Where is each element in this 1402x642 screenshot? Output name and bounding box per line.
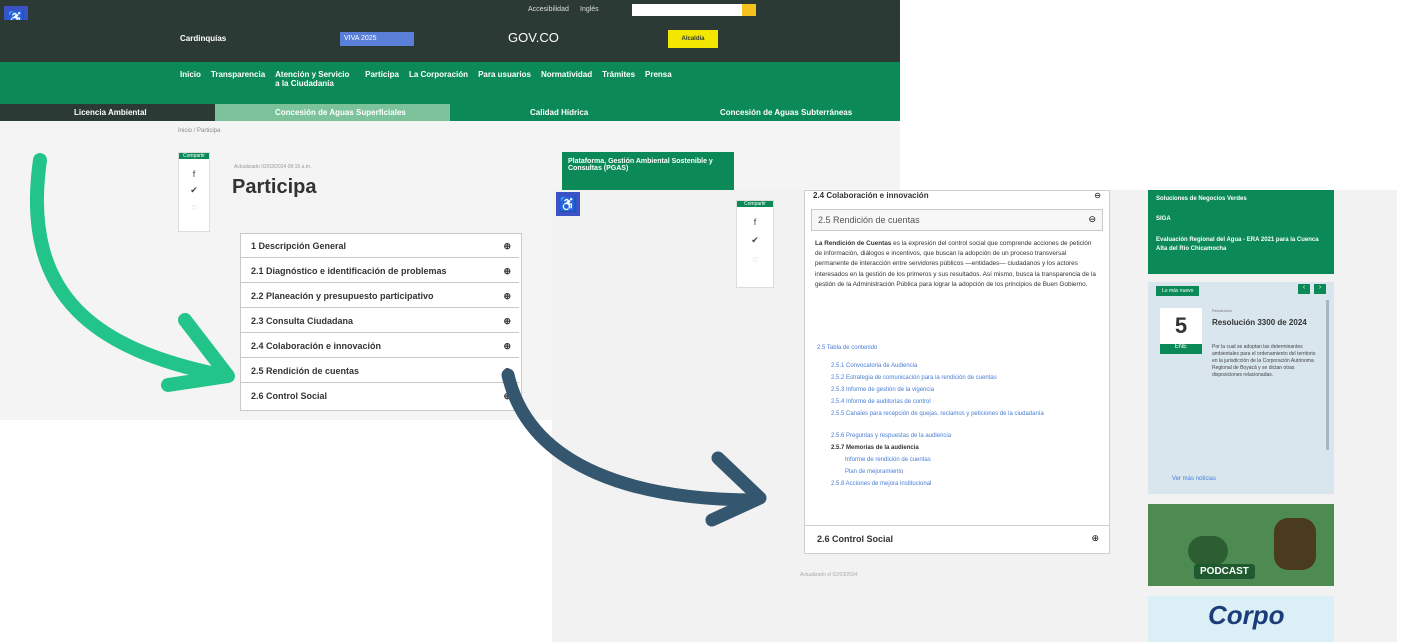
blue-arrow-icon xyxy=(501,368,762,507)
green-arrow-head xyxy=(161,313,235,392)
green-arrow-icon xyxy=(29,153,227,382)
blue-arrow-head xyxy=(705,451,767,527)
arrows-overlay xyxy=(29,153,767,527)
